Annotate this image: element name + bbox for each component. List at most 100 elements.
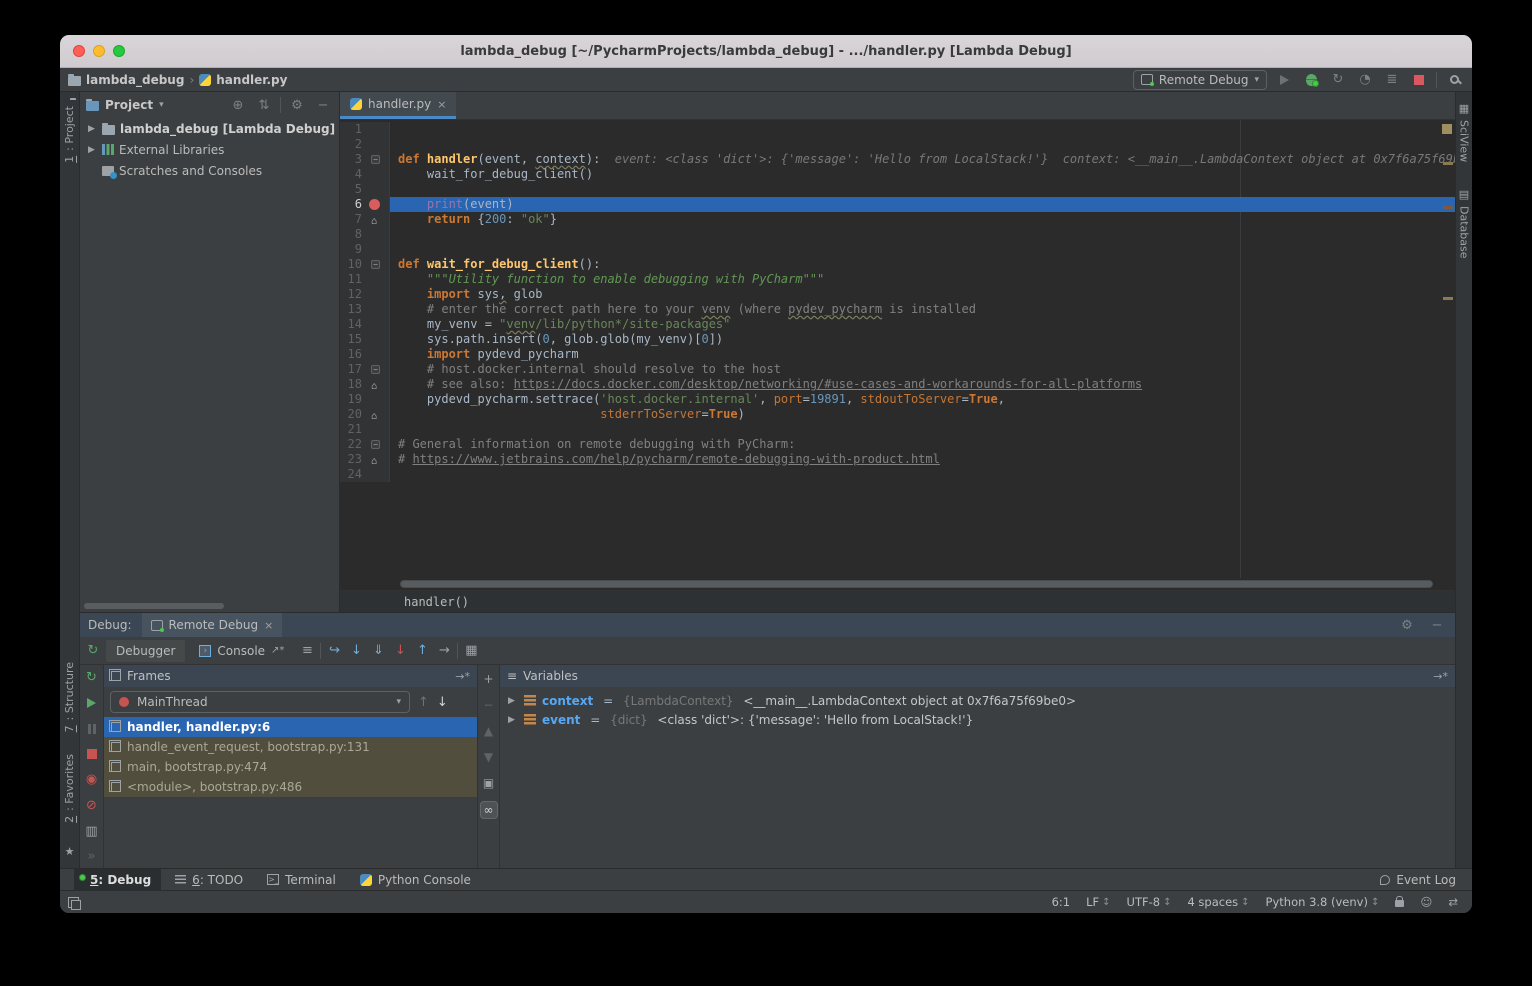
gutter[interactable]: 7⌂: [340, 212, 390, 227]
gutter[interactable]: 11: [340, 272, 390, 287]
gutter[interactable]: 19: [340, 392, 390, 407]
gutter[interactable]: 6: [340, 197, 390, 212]
gutter[interactable]: 15: [340, 332, 390, 347]
zoom-window-button[interactable]: [113, 45, 125, 57]
run-configuration-select[interactable]: Remote Debug ▾: [1133, 70, 1267, 90]
gutter[interactable]: 1: [340, 122, 390, 137]
thread-select[interactable]: MainThread ▾: [110, 691, 410, 713]
gutter-markers[interactable]: ⌂: [366, 407, 386, 422]
code-text[interactable]: # General information on remote debuggin…: [390, 437, 1455, 452]
concurrency-icon[interactable]: ≣: [1382, 70, 1402, 90]
stack-frame-row[interactable]: handler, handler.py:6: [104, 717, 477, 737]
stack-frame-row[interactable]: <module>, bootstrap.py:486: [104, 777, 477, 797]
gutter[interactable]: 14: [340, 317, 390, 332]
force-step-into-icon[interactable]: ⇓: [369, 642, 387, 660]
gutter[interactable]: 17−: [340, 362, 390, 377]
tab-debugger[interactable]: Debugger: [106, 640, 185, 662]
minimize-window-button[interactable]: [93, 45, 105, 57]
breadcrumb-item[interactable]: handler.py: [199, 73, 287, 87]
code-text[interactable]: sys.path.insert(0, glob.glob(my_venv)[0]…: [390, 332, 1455, 347]
code-text[interactable]: [390, 227, 1455, 242]
event-log-button[interactable]: Event Log: [1380, 873, 1456, 887]
expand-arrow-icon[interactable]: ▶: [508, 696, 518, 706]
step-out-icon[interactable]: ↑: [413, 642, 431, 660]
status-item[interactable]: LF↕: [1086, 895, 1110, 909]
status-item[interactable]: 6:1: [1052, 895, 1071, 909]
error-stripe-mark[interactable]: [1443, 297, 1453, 300]
code-text[interactable]: import sys, glob: [390, 287, 1455, 302]
gutter-markers[interactable]: [366, 242, 386, 257]
more-icon[interactable]: »: [83, 848, 101, 865]
step-into-my-code-icon[interactable]: ↓: [391, 642, 409, 660]
gutter-markers[interactable]: [366, 167, 386, 182]
debug-icon[interactable]: [1301, 70, 1321, 90]
tool-window-switcher-icon[interactable]: [68, 897, 79, 908]
gutter-markers[interactable]: −: [366, 152, 386, 167]
stack-frame-row[interactable]: main, bootstrap.py:474: [104, 757, 477, 777]
rerun-icon[interactable]: ↻: [84, 642, 102, 660]
status-item[interactable]: Python 3.8 (venv)↕: [1266, 895, 1380, 909]
code-text[interactable]: my_venv = "venv/lib/python*/site-package…: [390, 317, 1455, 332]
sync-icon[interactable]: ⇄: [1448, 895, 1458, 909]
step-over-icon[interactable]: ↪: [325, 642, 343, 660]
gutter[interactable]: 23⌂: [340, 452, 390, 467]
gutter[interactable]: 4: [340, 167, 390, 182]
tool-tab-python-console[interactable]: Python Console: [350, 869, 481, 891]
gutter-markers[interactable]: −: [366, 257, 386, 272]
code-text[interactable]: stderrToServer=True): [390, 407, 1455, 422]
code-text[interactable]: # enter the correct path here to your ve…: [390, 302, 1455, 317]
code-text[interactable]: [390, 422, 1455, 437]
layout-icon[interactable]: ≡: [298, 642, 316, 660]
code-text[interactable]: [390, 242, 1455, 257]
gutter-markers[interactable]: [366, 182, 386, 197]
gutter-markers[interactable]: [366, 227, 386, 242]
code-area[interactable]: 123−def handler(event, context): event: …: [340, 120, 1455, 578]
variable-row[interactable]: ▶context = {LambdaContext} <__main__.Lam…: [500, 691, 1455, 710]
gutter[interactable]: 13: [340, 302, 390, 317]
close-icon[interactable]: ×: [264, 619, 273, 632]
tool-tab-todo[interactable]: 6: TODO: [165, 869, 253, 891]
gutter-markers[interactable]: [366, 287, 386, 302]
tool-tab-debug[interactable]: 5: Debug: [74, 869, 161, 891]
tab-console[interactable]: › Console ↗*: [189, 640, 294, 662]
run-to-cursor-icon[interactable]: →: [435, 642, 453, 660]
move-down-icon[interactable]: ▼: [481, 749, 497, 765]
search-icon[interactable]: [1444, 70, 1464, 90]
code-text[interactable]: pydevd_pycharm.settrace('host.docker.int…: [390, 392, 1455, 407]
gutter[interactable]: 10−: [340, 257, 390, 272]
gutter[interactable]: 16: [340, 347, 390, 362]
code-text[interactable]: def wait_for_debug_client():: [390, 257, 1455, 272]
tool-tab-terminal[interactable]: >_Terminal: [257, 869, 346, 891]
settings-icon[interactable]: ⚙: [287, 95, 307, 115]
gutter[interactable]: 9: [340, 242, 390, 257]
project-scrollbar[interactable]: [84, 603, 224, 609]
gutter-markers[interactable]: [366, 332, 386, 347]
gutter-markers[interactable]: [366, 347, 386, 362]
tree-item[interactable]: ▶lambda_debug [Lambda Debug]: [86, 118, 339, 139]
gutter[interactable]: 3−: [340, 152, 390, 167]
status-item[interactable]: 4 spaces↕: [1187, 895, 1249, 909]
code-text[interactable]: [390, 182, 1455, 197]
error-stripe-mark[interactable]: [1443, 162, 1453, 165]
code-text[interactable]: [390, 137, 1455, 152]
collapse-all-icon[interactable]: ⇅: [254, 95, 274, 115]
stop-icon[interactable]: [1409, 70, 1429, 90]
code-text[interactable]: # see also: https://docs.docker.com/desk…: [390, 377, 1455, 392]
show-watches-icon[interactable]: ∞: [480, 801, 498, 819]
coverage-icon[interactable]: ↻: [1328, 70, 1348, 90]
gutter[interactable]: 20⌂: [340, 407, 390, 422]
evaluate-expression-icon[interactable]: ▦: [462, 642, 480, 660]
move-up-icon[interactable]: ▲: [481, 723, 497, 739]
gutter-markers[interactable]: [366, 122, 386, 137]
code-text[interactable]: [390, 467, 1455, 482]
restore-layout-icon[interactable]: ▥: [83, 823, 101, 840]
stack-frame-row[interactable]: handle_event_request, bootstrap.py:131: [104, 737, 477, 757]
step-into-icon[interactable]: ↓: [347, 642, 365, 660]
fold-marker[interactable]: −: [371, 260, 380, 269]
code-text[interactable]: def handler(event, context): event: <cla…: [390, 152, 1455, 167]
fold-marker[interactable]: −: [371, 155, 380, 164]
gutter-markers[interactable]: ⌂: [366, 212, 386, 227]
editor-hscrollbar[interactable]: [400, 580, 1433, 588]
focus-icon[interactable]: →*: [455, 670, 470, 683]
expand-arrow-icon[interactable]: ▶: [86, 145, 97, 155]
